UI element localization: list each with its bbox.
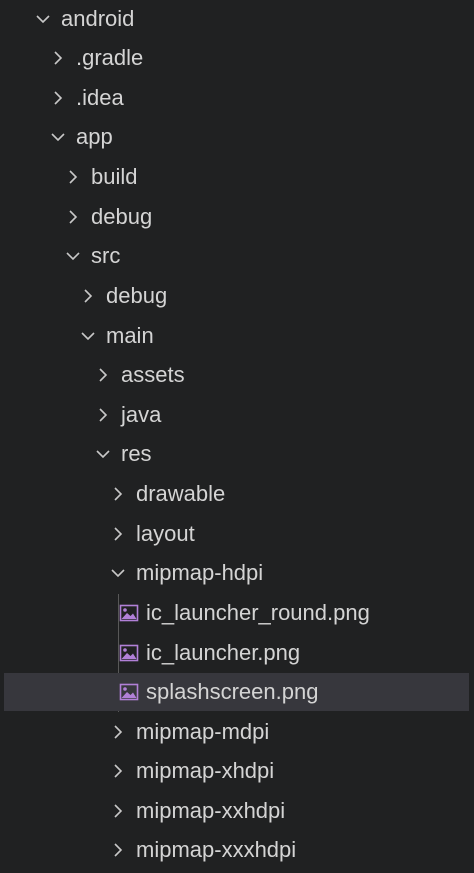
image-file-icon — [118, 681, 140, 703]
tree-item-label: build — [91, 164, 138, 189]
chevron-right-icon — [108, 722, 128, 742]
chevron-right-icon — [48, 48, 68, 68]
tree-item-ic-launcher-round[interactable]: ic_launcher_round.png — [0, 594, 474, 632]
tree-item-ic-launcher[interactable]: ic_launcher.png — [0, 634, 474, 672]
chevron-down-icon — [78, 326, 98, 346]
tree-item-label: ic_launcher.png — [146, 640, 301, 665]
tree-item-label: splashscreen.png — [146, 679, 319, 704]
tree-item-label: mipmap-xxxhdpi — [136, 837, 297, 862]
chevron-down-icon — [33, 9, 53, 29]
tree-item-mipmap-xhdpi[interactable]: mipmap-xhdpi — [0, 752, 474, 790]
chevron-right-icon — [108, 801, 128, 821]
tree-item-label: layout — [136, 521, 195, 546]
chevron-right-icon — [48, 88, 68, 108]
tree-item-label: ic_launcher_round.png — [146, 600, 370, 625]
tree-item-label: mipmap-xhdpi — [136, 758, 275, 783]
tree-item-src[interactable]: src — [0, 237, 474, 275]
tree-item-drawable[interactable]: drawable — [0, 475, 474, 513]
chevron-right-icon — [108, 484, 128, 504]
tree-item-idea[interactable]: .idea — [0, 79, 474, 117]
tree-item-label: src — [91, 243, 121, 268]
tree-item-label: .gradle — [76, 45, 144, 70]
tree-item-label: debug — [106, 283, 168, 308]
chevron-down-icon — [108, 563, 128, 583]
chevron-right-icon — [108, 524, 128, 544]
tree-item-label: mipmap-xxhdpi — [136, 798, 286, 823]
file-explorer: android .gradle .idea app build debug sr… — [0, 0, 474, 873]
tree-item-label: app — [76, 124, 113, 149]
tree-item-label: drawable — [136, 481, 226, 506]
chevron-right-icon — [93, 405, 113, 425]
tree-item-android[interactable]: android — [0, 0, 474, 38]
chevron-right-icon — [78, 286, 98, 306]
image-file-icon — [118, 642, 140, 664]
tree-item-label: main — [106, 323, 154, 348]
tree-item-mipmap-xxhdpi[interactable]: mipmap-xxhdpi — [0, 792, 474, 830]
tree-item-mipmap-xxxhdpi[interactable]: mipmap-xxxhdpi — [0, 831, 474, 869]
tree-item-label: assets — [121, 362, 185, 387]
tree-item-debug[interactable]: debug — [0, 198, 474, 236]
tree-item-build[interactable]: build — [0, 158, 474, 196]
tree-item-label: res — [121, 441, 152, 466]
tree-item-label: mipmap-hdpi — [136, 560, 264, 585]
tree-item-label: .idea — [76, 85, 124, 110]
tree-item-res[interactable]: res — [0, 435, 474, 473]
tree-item-mipmap-mdpi[interactable]: mipmap-mdpi — [0, 713, 474, 751]
image-file-icon — [118, 602, 140, 624]
tree-item-app[interactable]: app — [0, 118, 474, 156]
tree-item-assets[interactable]: assets — [0, 356, 474, 394]
chevron-right-icon — [63, 167, 83, 187]
tree-item-src-debug[interactable]: debug — [0, 277, 474, 315]
tree-item-splashscreen[interactable]: splashscreen.png — [4, 673, 469, 711]
chevron-down-icon — [93, 444, 113, 464]
tree-item-layout[interactable]: layout — [0, 515, 474, 553]
tree-item-label: debug — [91, 204, 153, 229]
tree-item-java[interactable]: java — [0, 396, 474, 434]
tree-item-mipmap-hdpi[interactable]: mipmap-hdpi — [0, 554, 474, 592]
tree-item-label: android — [61, 6, 135, 31]
chevron-down-icon — [63, 246, 83, 266]
chevron-right-icon — [63, 207, 83, 227]
chevron-right-icon — [93, 365, 113, 385]
chevron-right-icon — [108, 840, 128, 860]
chevron-right-icon — [108, 761, 128, 781]
tree-item-label: java — [121, 402, 162, 427]
tree-item-main[interactable]: main — [0, 317, 474, 355]
chevron-down-icon — [48, 127, 68, 147]
tree-item-gradle[interactable]: .gradle — [0, 39, 474, 77]
tree-item-label: mipmap-mdpi — [136, 719, 270, 744]
